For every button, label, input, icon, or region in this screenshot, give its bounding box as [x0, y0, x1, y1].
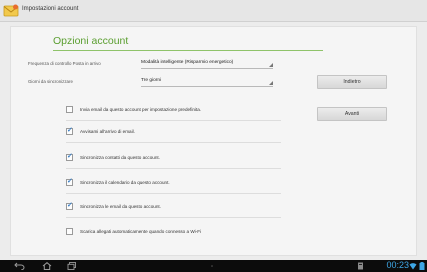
option-send-default[interactable]: Invia email da questo account per impost… [66, 106, 281, 121]
dropdown-arrow-icon [269, 81, 273, 85]
frequency-value: Modalità intelligente (Risparmio energet… [141, 60, 234, 65]
email-envelope-icon [3, 4, 19, 17]
settings-panel: Opzioni account Frequenza di controllo P… [10, 26, 417, 256]
option-label: Scarica allegati automaticamente quando … [80, 229, 202, 234]
divider [66, 217, 281, 218]
checkbox-checked[interactable]: ✓ [66, 178, 73, 186]
option-label: Sincronizza contatti da questo account. [80, 155, 160, 160]
home-icon[interactable] [42, 262, 52, 270]
menu-dots-icon[interactable] [209, 262, 215, 270]
page-title: Opzioni account [53, 35, 129, 47]
checkbox-unchecked[interactable] [66, 228, 73, 235]
back-icon[interactable] [14, 262, 25, 270]
divider [66, 120, 281, 121]
checkmark-icon: ✓ [67, 178, 73, 185]
clock: 00:23 [386, 260, 409, 270]
frequency-label: Frequenza di controllo Posta in arrivo [28, 61, 101, 66]
next-button[interactable]: Avanti [317, 107, 387, 121]
window-title: Impostazioni account [22, 6, 79, 12]
option-label: Sincronizza il calendario da questo acco… [80, 180, 170, 185]
frequency-select[interactable]: Modalità intelligente (Risparmio energet… [141, 58, 273, 69]
screenshot-icon [358, 262, 363, 270]
option-sync-email[interactable]: ✓ Sincronizza le email da questo account… [66, 202, 281, 218]
checkbox-checked[interactable]: ✓ [66, 153, 73, 161]
checkbox-checked[interactable]: ✓ [66, 127, 73, 135]
option-label: Invia email da questo account per impost… [80, 107, 202, 112]
option-sync-contacts[interactable]: ✓ Sincronizza contatti da questo account… [66, 153, 281, 169]
option-sync-calendar[interactable]: ✓ Sincronizza il calendario da questo ac… [66, 178, 281, 194]
option-notify-email[interactable]: ✓ Avvisami all'arrivo di email. [66, 127, 281, 143]
divider [66, 168, 281, 169]
system-nav-bar: 00:23 [0, 260, 427, 272]
option-label: Sincronizza le email da questo account. [80, 204, 161, 209]
option-label: Avvisami all'arrivo di email. [80, 129, 135, 134]
title-bar: Impostazioni account [0, 0, 427, 22]
divider [66, 193, 281, 194]
checkmark-icon: ✓ [67, 127, 73, 134]
checkmark-icon: ✓ [67, 202, 73, 209]
checkbox-unchecked[interactable] [66, 106, 73, 113]
checkbox-checked[interactable]: ✓ [66, 202, 73, 210]
recent-apps-icon[interactable] [67, 262, 77, 270]
dropdown-arrow-icon [269, 63, 273, 67]
option-download-attachments[interactable]: Scarica allegati automaticamente quando … [66, 228, 281, 238]
battery-icon [419, 262, 425, 270]
checkmark-icon: ✓ [67, 153, 73, 160]
divider [66, 142, 281, 143]
sync-days-value: Tre giorni [141, 78, 162, 83]
sync-days-select[interactable]: Tre giorni [141, 76, 273, 87]
title-divider [53, 50, 323, 51]
wifi-icon [409, 263, 417, 270]
sync-days-label: Giorni da sincronizzare [28, 79, 73, 84]
back-button[interactable]: Indietro [317, 75, 387, 89]
